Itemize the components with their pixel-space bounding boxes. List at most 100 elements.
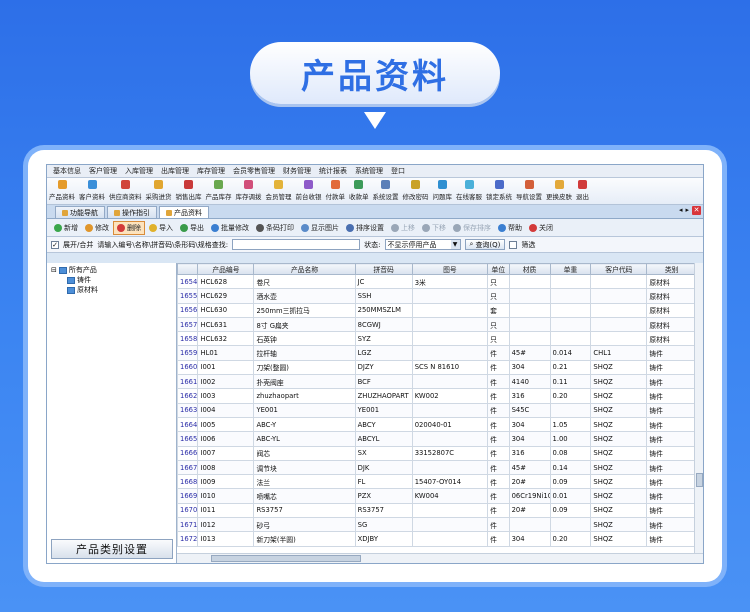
toolbar-button[interactable]: 供应商资料 xyxy=(109,180,142,201)
toolbar-button[interactable]: 系统设置 xyxy=(373,180,399,201)
tab-operation-guide[interactable]: 操作指引 xyxy=(107,206,157,218)
menu-item[interactable]: 财务管理 xyxy=(279,166,315,176)
action-button[interactable]: 导入 xyxy=(146,222,176,234)
tab-function-nav[interactable]: 功能导航 xyxy=(55,206,105,218)
toolbar-button[interactable]: 导航设置 xyxy=(516,180,542,201)
table-row[interactable]: 1655 HCL629 酒水壶 SSH 只 原材料 xyxy=(177,288,697,304)
toolbar-button[interactable]: 库存调拨 xyxy=(236,180,262,201)
table-row[interactable]: 1654 HCL628 卷尺 JC 3米只 原材料 xyxy=(177,273,697,290)
table-row[interactable]: 1656 HCL630 250mm三抓拉马 250MMSZLM 套 原材料 xyxy=(177,302,697,318)
column-header[interactable]: 产品编号 xyxy=(197,263,255,275)
status-select[interactable]: 不显示停用产品 ▼ xyxy=(384,239,461,250)
table-row[interactable]: 1668 I009 法兰 FL 15407-OY014 件 20# 0.09 SHQZ 铸件 xyxy=(177,474,697,490)
column-header[interactable]: 单重 xyxy=(549,263,592,275)
action-button[interactable]: 删除 xyxy=(113,220,145,235)
table-row[interactable]: 1671 I012 砂弓 SG 件 SHQZ 铸件 xyxy=(177,517,697,533)
table-row[interactable]: 1672 I013 新刀架(半圆) XDJBY 件 304 0.20 SHQZ 铸件 xyxy=(177,531,697,547)
menu-item[interactable]: 基本信息 xyxy=(49,166,85,176)
table-row[interactable]: 1665 I006 ABC-YL ABCYL 件 304 1.00 SHQZ 铸件 xyxy=(177,431,697,447)
action-button[interactable]: 关闭 xyxy=(526,222,556,234)
action-button[interactable]: 显示图片 xyxy=(298,222,342,234)
row-id-cell: 1654 xyxy=(177,273,199,290)
column-header[interactable]: 材质 xyxy=(508,263,551,275)
table-row[interactable]: 1662 I003 zhuzhaopart ZHUZHAOPART KW002 件 316 0… xyxy=(177,388,697,404)
table-cell: 0.21 xyxy=(549,359,592,376)
action-button[interactable]: 下移 xyxy=(419,222,449,234)
query-button[interactable]: ⌕ 查询(Q) xyxy=(464,239,506,250)
table-row[interactable]: 1658 HCL632 石英钟 SYZ 只 原材料 xyxy=(177,331,697,347)
table-cell: ABCYL xyxy=(354,431,413,447)
action-button[interactable]: 新增 xyxy=(51,222,81,234)
toolbar-button[interactable]: 产品库存 xyxy=(206,180,232,201)
tab-next-icon[interactable]: ▸ xyxy=(685,206,689,215)
scroll-thumb[interactable] xyxy=(696,473,703,487)
table-cell xyxy=(411,402,489,418)
menu-item[interactable]: 会员零售管理 xyxy=(229,166,279,176)
table-cell: 20# xyxy=(508,474,551,490)
table-cell: ZHUZHAOPART xyxy=(354,388,413,404)
menu-item[interactable]: 登口 xyxy=(387,166,409,176)
action-button[interactable]: 上移 xyxy=(388,222,418,234)
table-row[interactable]: 1660 I001 刀架(整圆) DJZY SCS N 81610 件 304 0.21 SHQ… xyxy=(177,359,697,376)
table-cell: 0.09 xyxy=(549,474,592,490)
toolbar-button[interactable]: 问题库 xyxy=(433,180,452,201)
menu-item[interactable]: 统计报表 xyxy=(315,166,351,176)
toolbar-button[interactable]: 前台收银 xyxy=(296,180,322,201)
action-button[interactable]: 条码打印 xyxy=(253,222,297,234)
search-input[interactable] xyxy=(232,239,361,250)
toolbar-button[interactable]: 会员管理 xyxy=(266,180,292,201)
column-header[interactable]: 客户代码 xyxy=(590,263,648,275)
toolbar-button[interactable]: 客户资料 xyxy=(79,180,105,201)
toolbar-button[interactable]: 在线客服 xyxy=(456,180,482,201)
action-button[interactable]: 排序设置 xyxy=(343,222,387,234)
horizontal-scrollbar[interactable] xyxy=(177,553,703,563)
toolbar-button[interactable]: 采购进货 xyxy=(146,180,172,201)
action-button[interactable]: 保存排序 xyxy=(450,222,494,234)
column-header[interactable]: 产品名称 xyxy=(253,263,356,275)
table-row[interactable]: 1667 I008 调节块 DJK 件 45# 0.14 SHQZ 铸件 xyxy=(177,459,697,476)
tree-root[interactable]: ⊟ 所有产品 xyxy=(51,265,97,275)
table-row[interactable]: 1670 I011 RS3757 RS3757 件 20# 0.09 SHQZ 铸件 xyxy=(177,502,697,519)
menu-item[interactable]: 入库管理 xyxy=(121,166,157,176)
toolbar-button[interactable]: 退出 xyxy=(576,180,589,201)
filter-checkbox[interactable] xyxy=(509,240,518,249)
tree-item-materials[interactable]: 原材料 xyxy=(67,285,98,295)
scroll-thumb[interactable] xyxy=(211,555,361,562)
toolbar-button[interactable]: 销售出库 xyxy=(176,180,202,201)
table-cell: JC xyxy=(354,273,413,290)
column-header[interactable]: 单位 xyxy=(487,263,510,275)
column-header[interactable]: 类别 xyxy=(646,263,697,275)
tab-close-icon[interactable]: ✕ xyxy=(692,206,701,215)
tab-product-data[interactable]: 产品资料 xyxy=(159,206,209,218)
table-row[interactable]: 1661 I002 扑壳阀座 BCF 件 4140 0.11 SHQZ 铸件 xyxy=(177,374,697,390)
expand-checkbox[interactable]: ✓ xyxy=(51,240,59,249)
table-row[interactable]: 1664 I005 ABC-Y ABCY 020040-01 件 304 1.05 SHQZ 铸件 xyxy=(177,416,697,433)
table-row[interactable]: 1666 I007 阀芯 SX 33152807C 件 316 0.08 SHQZ 铸件 xyxy=(177,445,697,461)
action-button[interactable]: 导出 xyxy=(177,222,207,234)
action-button[interactable]: 修改 xyxy=(82,222,112,234)
toolbar-button[interactable]: 修改密码 xyxy=(403,180,429,201)
tree-item-castings[interactable]: 铸件 xyxy=(67,275,91,285)
toolbar-button[interactable]: 更换皮肤 xyxy=(546,180,572,201)
action-icon xyxy=(85,223,93,232)
vertical-scrollbar[interactable] xyxy=(694,263,703,553)
table-row[interactable]: 1663 I004 YE001 YE001 件 S45C SHQZ 铸件 xyxy=(177,402,697,418)
toolbar-label: 付款单 xyxy=(325,193,346,201)
table-row[interactable]: 1659 HL01 拉杆轴 LGZ 件 45# 0.014 CHL1 铸件 xyxy=(177,345,697,361)
toolbar-button[interactable]: 产品资料 xyxy=(49,180,75,201)
menu-item[interactable]: 出库管理 xyxy=(157,166,193,176)
column-header[interactable]: 拼音码 xyxy=(354,263,413,275)
action-button[interactable]: 批量修改 xyxy=(208,222,252,234)
table-row[interactable]: 1669 I010 喷嘴芯 PZX KW004 件 06Cr19Ni10 0.01 SHQZ 铸件 xyxy=(177,488,697,504)
table-row[interactable]: 1657 HCL631 8寸 G扁夹 8CGWJ 只 原材料 xyxy=(177,316,697,333)
toolbar-button[interactable]: 收款单 xyxy=(349,180,369,201)
action-button[interactable]: 帮助 xyxy=(495,222,525,234)
menu-item[interactable]: 系统管理 xyxy=(351,166,387,176)
menu-item[interactable]: 库存管理 xyxy=(193,166,229,176)
tab-prev-icon[interactable]: ◂ xyxy=(679,206,683,215)
toolbar-button[interactable]: 锁定系统 xyxy=(486,180,512,201)
category-settings-button[interactable]: 产品类别设置 xyxy=(51,539,173,559)
menu-item[interactable]: 客户管理 xyxy=(85,166,121,176)
column-header[interactable]: 图号 xyxy=(411,263,489,275)
toolbar-button[interactable]: 付款单 xyxy=(325,180,346,201)
